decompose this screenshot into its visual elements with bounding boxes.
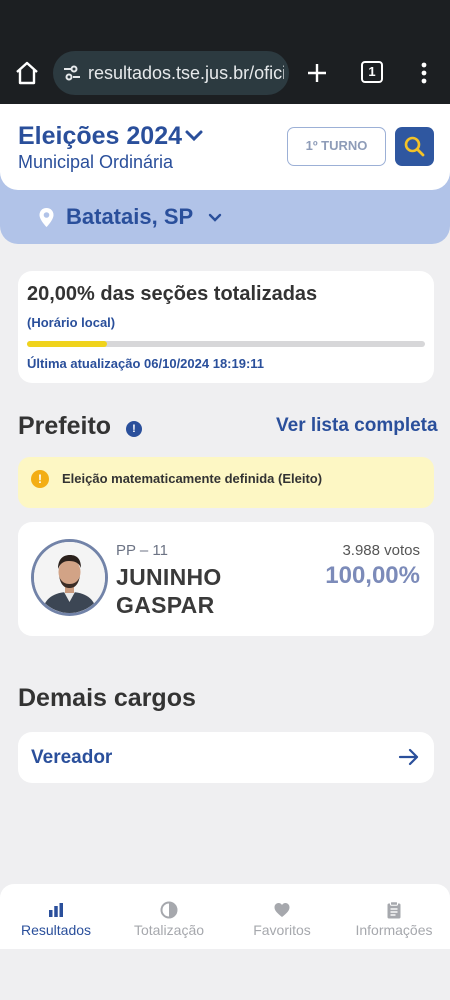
info-icon[interactable]: ! — [126, 421, 142, 437]
nav-label: Informações — [355, 922, 433, 938]
nav-item-informacoes[interactable]: Informações — [338, 884, 450, 949]
section-title-demais-cargos: Demais cargos — [18, 684, 196, 712]
candidate-name: JUNINHO GASPAR — [116, 564, 222, 618]
chevron-down-icon[interactable] — [208, 213, 222, 223]
totalization-title: 20,00% das seções totalizadas — [27, 283, 318, 305]
turno-button[interactable]: 1º TURNO — [287, 127, 386, 166]
tab-switcher-button[interactable]: 1 — [361, 61, 383, 83]
election-subtitle: Municipal Ordinária — [18, 152, 174, 172]
totalization-card: 20,00% das seções totalizadas (Horário l… — [18, 271, 434, 383]
candidate-avatar — [31, 539, 108, 616]
address-bar[interactable]: resultados.tse.jus.br/oficial — [53, 51, 289, 95]
heart-icon — [274, 903, 290, 917]
location-pin-icon — [39, 208, 54, 227]
section-title-prefeito: Prefeito — [18, 412, 112, 440]
chevron-down-icon[interactable] — [183, 128, 205, 144]
election-title[interactable]: Eleições 2024 — [18, 122, 182, 151]
pie-chart-icon — [160, 901, 178, 919]
clipboard-icon — [387, 901, 401, 919]
last-update-text: Última atualização 06/10/2024 18:19:11 — [27, 356, 265, 371]
page-header: Eleições 2024 Municipal Ordinária 1º TUR… — [0, 104, 450, 190]
candidate-percent: 100,00% — [325, 562, 420, 589]
home-icon[interactable] — [14, 60, 40, 86]
nav-item-resultados[interactable]: Resultados — [0, 884, 112, 949]
elected-alert: ! Eleição matematicamente definida (Elei… — [18, 457, 434, 508]
nav-label: Favoritos — [253, 922, 311, 938]
url-text: resultados.tse.jus.br/oficial — [88, 63, 284, 83]
bar-chart-icon — [49, 903, 63, 917]
warning-icon: ! — [31, 470, 49, 488]
arrow-right-icon — [398, 748, 419, 766]
system-navigation-area — [0, 949, 450, 1000]
new-tab-icon[interactable] — [305, 61, 329, 85]
search-icon — [404, 136, 425, 157]
local-time-note: (Horário local) — [27, 315, 116, 330]
candidate-party: PP – 11 — [116, 542, 168, 559]
progress-bar — [27, 341, 425, 347]
location-selector[interactable]: Batatais, SP — [66, 204, 193, 230]
nav-item-totalizacao[interactable]: Totalização — [113, 884, 225, 949]
site-settings-icon[interactable] — [63, 64, 81, 82]
alert-text: Eleição matematicamente definida (Eleito… — [62, 471, 323, 486]
progress-bar-fill — [27, 341, 107, 347]
search-button[interactable] — [395, 127, 434, 166]
candidate-photo-icon — [34, 542, 105, 613]
candidate-votes: 3.988 votos — [342, 542, 420, 559]
cargo-item-vereador[interactable]: Vereador — [18, 732, 434, 783]
browser-toolbar: resultados.tse.jus.br/oficial 1 — [0, 0, 450, 104]
nav-item-favoritos[interactable]: Favoritos — [226, 884, 338, 949]
cargo-label: Vereador — [31, 747, 113, 768]
more-options-icon[interactable] — [418, 60, 430, 86]
nav-label: Totalização — [133, 922, 205, 938]
candidate-card[interactable]: PP – 11 JUNINHO GASPAR 3.988 votos 100,0… — [18, 522, 434, 636]
nav-label: Resultados — [20, 922, 92, 938]
bottom-navigation: Resultados Totalização Favoritos Informa… — [0, 884, 450, 949]
see-full-list-link[interactable]: Ver lista completa — [276, 415, 438, 437]
